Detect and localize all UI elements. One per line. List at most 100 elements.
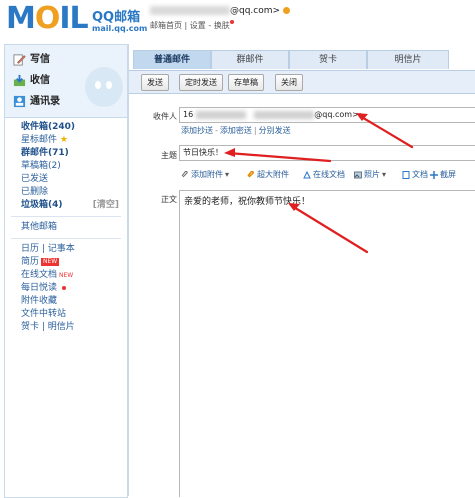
compose-toolbar: 发送 定时发送 存草稿 关闭 bbox=[129, 70, 475, 94]
account-pin-icon[interactable] bbox=[283, 7, 291, 14]
photo-label: 照片 bbox=[364, 170, 380, 179]
mascot-decoration bbox=[85, 67, 123, 107]
folder-other-label: 其他邮箱 bbox=[21, 222, 58, 232]
app-daily-read[interactable]: 每日悦读 bbox=[5, 282, 127, 295]
skin-new-dot bbox=[229, 20, 234, 24]
save-draft-button[interactable]: 存草稿 bbox=[228, 74, 264, 91]
contacts-icon bbox=[13, 95, 26, 107]
screenshot-icon bbox=[430, 170, 438, 179]
compose-button[interactable]: 写信 bbox=[13, 51, 83, 69]
folder-starred[interactable]: 星标邮件 ★ bbox=[5, 134, 127, 147]
app-attachment-favorites[interactable]: 附件收藏 bbox=[5, 295, 127, 308]
app-cards-label: 贺卡 | 明信片 bbox=[21, 322, 75, 332]
chevron-down-icon: ▾ bbox=[225, 170, 230, 179]
compose-label: 写信 bbox=[30, 54, 50, 65]
large-attachment-icon bbox=[247, 170, 254, 178]
app-cards-postcards[interactable]: 贺卡 | 明信片 bbox=[5, 321, 127, 334]
empty-spam-link[interactable]: [清空] bbox=[93, 199, 119, 212]
folder-spam[interactable]: 垃圾箱(4) [清空] bbox=[5, 199, 127, 212]
subject-label: 主题 bbox=[161, 151, 177, 160]
app-file-transfer[interactable]: 文件中转站 bbox=[5, 308, 127, 321]
close-button[interactable]: 关闭 bbox=[275, 74, 303, 91]
tab-greeting-card[interactable]: 贺卡 bbox=[289, 50, 367, 69]
link-skin[interactable]: 换肤 bbox=[214, 21, 230, 30]
recipient-label: 收件人 bbox=[153, 112, 177, 121]
folder-group[interactable]: 群邮件(71) bbox=[5, 147, 127, 160]
folder-inbox-label: 收件箱(240) bbox=[21, 122, 76, 132]
folder-drafts-label: 草稿箱(2) bbox=[21, 161, 61, 171]
add-cc-link[interactable]: 添加抄送 bbox=[181, 126, 213, 135]
online-docs-button[interactable]: 在线文档 bbox=[303, 168, 345, 182]
add-attachment-button[interactable]: 添加附件 ▾ bbox=[181, 168, 229, 182]
folder-spam-label: 垃圾箱(4) bbox=[21, 200, 63, 210]
folder-inbox[interactable]: 收件箱(240) bbox=[5, 121, 127, 134]
account-redacted bbox=[150, 6, 230, 15]
add-bcc-link[interactable]: 添加密送 bbox=[220, 126, 252, 135]
logo-cn: QQ邮箱 bbox=[92, 10, 141, 25]
app-daily-label: 每日悦读 bbox=[21, 283, 58, 293]
inbox-label: 收信 bbox=[30, 75, 50, 86]
screenshot-button[interactable]: 截屏 bbox=[430, 168, 456, 182]
link-settings[interactable]: 设置 bbox=[190, 21, 206, 30]
tab-group-mail[interactable]: 群邮件 bbox=[211, 50, 289, 69]
screenshot-label: 截屏 bbox=[440, 170, 456, 179]
sidebar: 写信 收信 通讯录 收件箱(240) 星标邮件 ★ 群邮件(71) 草稿箱(2)… bbox=[4, 44, 128, 498]
recipient-options: 添加抄送 - 添加密送 | 分别发送 bbox=[181, 126, 291, 135]
contacts-label: 通讯录 bbox=[30, 96, 60, 107]
header: MOIL QQ邮箱 mail.qq.com @qq.com> 邮箱首页 | 设置… bbox=[0, 0, 475, 42]
divider bbox=[11, 216, 121, 217]
folder-starred-label: 星标邮件 bbox=[21, 135, 58, 145]
send-separately-link[interactable]: 分别发送 bbox=[259, 126, 291, 135]
schedule-send-button[interactable]: 定时发送 bbox=[179, 74, 223, 91]
folder-other-mailboxes[interactable]: 其他邮箱 bbox=[5, 221, 127, 234]
send-button[interactable]: 发送 bbox=[141, 74, 169, 91]
recipient-end: @qq.com>; bbox=[314, 110, 362, 119]
body-text: 亲爱的老师，祝你教师节快乐！ bbox=[184, 197, 311, 207]
folder-group-label: 群邮件(71) bbox=[21, 148, 69, 158]
online-docs-icon bbox=[303, 170, 311, 178]
qq-mail-logo[interactable]: MOIL QQ邮箱 mail.qq.com bbox=[6, 1, 147, 39]
inbox-button[interactable]: 收信 bbox=[13, 72, 83, 90]
add-attachment-label: 添加附件 bbox=[191, 170, 223, 179]
app-calendar-label: 日历 | 记事本 bbox=[21, 244, 75, 254]
folder-list: 收件箱(240) 星标邮件 ★ 群邮件(71) 草稿箱(2) 已发送 已删除 垃… bbox=[5, 121, 127, 334]
folder-sent[interactable]: 已发送 bbox=[5, 173, 127, 186]
recipient-redacted-a bbox=[195, 110, 246, 119]
photo-icon bbox=[354, 171, 362, 178]
body-label: 正文 bbox=[161, 195, 177, 204]
photo-button[interactable]: 照片 ▾ bbox=[354, 168, 386, 182]
sidebar-top-buttons: 写信 收信 通讯录 bbox=[5, 45, 127, 118]
tab-postcard[interactable]: 明信片 bbox=[367, 50, 449, 69]
app-online-docs[interactable]: 在线文档 NEW bbox=[5, 269, 127, 282]
logo-text: MOIL bbox=[6, 1, 89, 36]
subject-field[interactable]: 节日快乐！ bbox=[179, 145, 475, 161]
subject-value: 节日快乐！ bbox=[183, 148, 223, 157]
document-icon bbox=[402, 170, 410, 179]
online-docs-label: 在线文档 bbox=[313, 170, 345, 179]
recipient-field[interactable]: 16 @qq.com>; bbox=[179, 107, 475, 123]
inbox-icon bbox=[13, 74, 26, 86]
account-info: @qq.com> bbox=[150, 6, 291, 16]
new-badge-text: NEW bbox=[59, 272, 74, 279]
app-resume[interactable]: 简历 NEW bbox=[5, 256, 127, 269]
chevron-down-icon: ▾ bbox=[382, 170, 387, 179]
tab-normal-mail[interactable]: 普通邮件 bbox=[133, 50, 211, 69]
app-attach-fav-label: 附件收藏 bbox=[21, 296, 58, 306]
top-links: 邮箱首页 | 设置 - 换肤 bbox=[150, 20, 234, 31]
contacts-button[interactable]: 通讯录 bbox=[13, 93, 83, 111]
link-home[interactable]: 邮箱首页 bbox=[150, 21, 182, 30]
recipient-start: 16 bbox=[183, 110, 194, 119]
folder-sent-label: 已发送 bbox=[21, 174, 49, 184]
app-calendar-notes[interactable]: 日历 | 记事本 bbox=[5, 243, 127, 256]
body-editor[interactable]: 亲爱的老师，祝你教师节快乐！ bbox=[179, 190, 475, 497]
recipient-redacted-b bbox=[254, 110, 315, 119]
app-transfer-label: 文件中转站 bbox=[21, 309, 67, 319]
large-attachment-button[interactable]: 超大附件 bbox=[247, 168, 289, 182]
unread-dot bbox=[62, 285, 67, 290]
document-button[interactable]: 文档 bbox=[402, 168, 428, 182]
paperclip-icon bbox=[181, 170, 188, 177]
folder-deleted[interactable]: 已删除 bbox=[5, 186, 127, 199]
pencil-icon bbox=[13, 53, 26, 66]
folder-deleted-label: 已删除 bbox=[21, 187, 49, 197]
folder-drafts[interactable]: 草稿箱(2) bbox=[5, 160, 127, 173]
